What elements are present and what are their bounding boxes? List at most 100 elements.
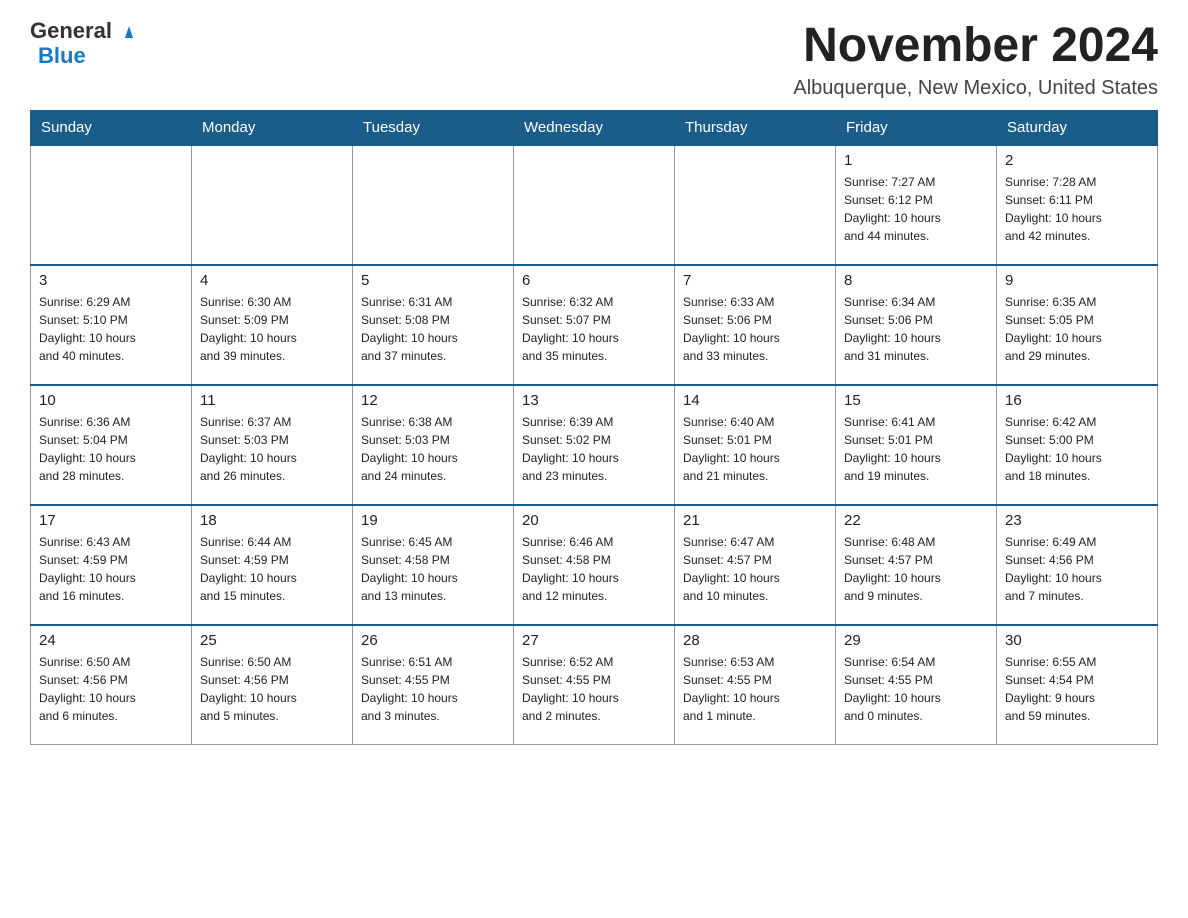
calendar-header-sunday: Sunday [31, 110, 192, 145]
calendar-header-friday: Friday [836, 110, 997, 145]
calendar-cell: 13 Sunrise: 6:39 AM Sunset: 5:02 PM Dayli… [514, 385, 675, 505]
day-number: 13 [522, 392, 666, 409]
calendar-cell: 28 Sunrise: 6:53 AM Sunset: 4:55 PM Dayli… [675, 625, 836, 745]
calendar-cell: 20Sunrise: 6:46 AM Sunset: 4:58 PM Dayli… [514, 505, 675, 625]
day-info: Sunrise: 6:41 AM Sunset: 5:01 PM Dayligh… [844, 413, 988, 485]
day-number: 26 [361, 632, 505, 649]
calendar-cell: 27 Sunrise: 6:52 AM Sunset: 4:55 PM Dayli… [514, 625, 675, 745]
day-info: Sunrise: 6:55 AM Sunset: 4:54 PM Dayligh… [1005, 653, 1149, 725]
day-number: 14 [683, 392, 827, 409]
day-number: 28 [683, 632, 827, 649]
day-info: Sunrise: 6:45 AM Sunset: 4:58 PM Dayligh… [361, 533, 505, 605]
day-number: 5 [361, 272, 505, 289]
day-info: Sunrise: 6:51 AM Sunset: 4:55 PM Dayligh… [361, 653, 505, 725]
calendar-cell: 14 Sunrise: 6:40 AM Sunset: 5:01 PM Dayli… [675, 385, 836, 505]
day-info: Sunrise: 6:50 AM Sunset: 4:56 PM Dayligh… [39, 653, 183, 725]
day-info: Sunrise: 6:35 AM Sunset: 5:05 PM Dayligh… [1005, 293, 1149, 365]
day-number: 8 [844, 272, 988, 289]
day-info: Sunrise: 6:53 AM Sunset: 4:55 PM Dayligh… [683, 653, 827, 725]
day-info: Sunrise: 6:54 AM Sunset: 4:55 PM Dayligh… [844, 653, 988, 725]
day-info: Sunrise: 6:46 AM Sunset: 4:58 PM Dayligh… [522, 533, 666, 605]
day-number: 1 [844, 152, 988, 169]
logo-blue-text: Blue [38, 43, 86, 68]
day-info: Sunrise: 6:36 AM Sunset: 5:04 PM Dayligh… [39, 413, 183, 485]
calendar-week-row: 10 Sunrise: 6:36 AM Sunset: 5:04 PM Dayli… [31, 385, 1158, 505]
day-info: Sunrise: 6:48 AM Sunset: 4:57 PM Dayligh… [844, 533, 988, 605]
calendar-cell: 6 Sunrise: 6:32 AM Sunset: 5:07 PM Daylig… [514, 265, 675, 385]
logo: General Blue [30, 20, 138, 69]
calendar-table: SundayMondayTuesdayWednesdayThursdayFrid… [30, 110, 1158, 746]
day-info: Sunrise: 6:43 AM Sunset: 4:59 PM Dayligh… [39, 533, 183, 605]
title-block: November 2024 Albuquerque, New Mexico, U… [793, 20, 1158, 100]
calendar-cell: 23Sunrise: 6:49 AM Sunset: 4:56 PM Dayli… [997, 505, 1158, 625]
calendar-header-monday: Monday [192, 110, 353, 145]
calendar-cell: 11 Sunrise: 6:37 AM Sunset: 5:03 PM Dayli… [192, 385, 353, 505]
subtitle: Albuquerque, New Mexico, United States [793, 77, 1158, 100]
day-number: 6 [522, 272, 666, 289]
calendar-header-wednesday: Wednesday [514, 110, 675, 145]
calendar-cell: 10 Sunrise: 6:36 AM Sunset: 5:04 PM Dayli… [31, 385, 192, 505]
day-info: Sunrise: 6:31 AM Sunset: 5:08 PM Dayligh… [361, 293, 505, 365]
day-number: 23 [1005, 512, 1149, 529]
day-number: 12 [361, 392, 505, 409]
day-info: Sunrise: 6:38 AM Sunset: 5:03 PM Dayligh… [361, 413, 505, 485]
day-number: 17 [39, 512, 183, 529]
day-number: 4 [200, 272, 344, 289]
calendar-cell: 16 Sunrise: 6:42 AM Sunset: 5:00 PM Dayli… [997, 385, 1158, 505]
calendar-week-row: 3 Sunrise: 6:29 AM Sunset: 5:10 PM Daylig… [31, 265, 1158, 385]
day-info: Sunrise: 6:47 AM Sunset: 4:57 PM Dayligh… [683, 533, 827, 605]
day-info: Sunrise: 6:52 AM Sunset: 4:55 PM Dayligh… [522, 653, 666, 725]
calendar-cell: 3 Sunrise: 6:29 AM Sunset: 5:10 PM Daylig… [31, 265, 192, 385]
calendar-cell: 4 Sunrise: 6:30 AM Sunset: 5:09 PM Daylig… [192, 265, 353, 385]
day-number: 3 [39, 272, 183, 289]
day-info: Sunrise: 7:28 AM Sunset: 6:11 PM Dayligh… [1005, 173, 1149, 245]
calendar-cell: 21 Sunrise: 6:47 AM Sunset: 4:57 PM Dayli… [675, 505, 836, 625]
day-number: 21 [683, 512, 827, 529]
day-number: 16 [1005, 392, 1149, 409]
day-info: Sunrise: 6:42 AM Sunset: 5:00 PM Dayligh… [1005, 413, 1149, 485]
day-info: Sunrise: 6:39 AM Sunset: 5:02 PM Dayligh… [522, 413, 666, 485]
calendar-header-saturday: Saturday [997, 110, 1158, 145]
calendar-week-row: 17 Sunrise: 6:43 AM Sunset: 4:59 PM Dayli… [31, 505, 1158, 625]
day-number: 30 [1005, 632, 1149, 649]
day-number: 7 [683, 272, 827, 289]
calendar-cell [353, 145, 514, 265]
calendar-header-row: SundayMondayTuesdayWednesdayThursdayFrid… [31, 110, 1158, 145]
calendar-header-tuesday: Tuesday [353, 110, 514, 145]
calendar-cell: 9Sunrise: 6:35 AM Sunset: 5:05 PM Daylig… [997, 265, 1158, 385]
day-info: Sunrise: 6:37 AM Sunset: 5:03 PM Dayligh… [200, 413, 344, 485]
day-number: 27 [522, 632, 666, 649]
day-number: 11 [200, 392, 344, 409]
day-info: Sunrise: 6:33 AM Sunset: 5:06 PM Dayligh… [683, 293, 827, 365]
calendar-cell: 2 Sunrise: 7:28 AM Sunset: 6:11 PM Daylig… [997, 145, 1158, 265]
day-number: 19 [361, 512, 505, 529]
day-info: Sunrise: 7:27 AM Sunset: 6:12 PM Dayligh… [844, 173, 988, 245]
calendar-cell: 12 Sunrise: 6:38 AM Sunset: 5:03 PM Dayli… [353, 385, 514, 505]
calendar-cell: 29 Sunrise: 6:54 AM Sunset: 4:55 PM Dayli… [836, 625, 997, 745]
day-info: Sunrise: 6:29 AM Sunset: 5:10 PM Dayligh… [39, 293, 183, 365]
day-number: 2 [1005, 152, 1149, 169]
day-number: 29 [844, 632, 988, 649]
calendar-cell: 24Sunrise: 6:50 AM Sunset: 4:56 PM Dayli… [31, 625, 192, 745]
calendar-cell: 19 Sunrise: 6:45 AM Sunset: 4:58 PM Dayli… [353, 505, 514, 625]
calendar-cell: 17 Sunrise: 6:43 AM Sunset: 4:59 PM Dayli… [31, 505, 192, 625]
main-title: November 2024 [793, 20, 1158, 73]
calendar-cell: 25 Sunrise: 6:50 AM Sunset: 4:56 PM Dayli… [192, 625, 353, 745]
day-number: 25 [200, 632, 344, 649]
calendar-cell [514, 145, 675, 265]
day-info: Sunrise: 6:30 AM Sunset: 5:09 PM Dayligh… [200, 293, 344, 365]
day-info: Sunrise: 6:44 AM Sunset: 4:59 PM Dayligh… [200, 533, 344, 605]
day-info: Sunrise: 6:32 AM Sunset: 5:07 PM Dayligh… [522, 293, 666, 365]
day-info: Sunrise: 6:50 AM Sunset: 4:56 PM Dayligh… [200, 653, 344, 725]
calendar-cell: 22Sunrise: 6:48 AM Sunset: 4:57 PM Dayli… [836, 505, 997, 625]
calendar-cell: 8Sunrise: 6:34 AM Sunset: 5:06 PM Daylig… [836, 265, 997, 385]
calendar-cell: 5 Sunrise: 6:31 AM Sunset: 5:08 PM Daylig… [353, 265, 514, 385]
calendar-cell: 18Sunrise: 6:44 AM Sunset: 4:59 PM Dayli… [192, 505, 353, 625]
day-number: 10 [39, 392, 183, 409]
calendar-cell: 26 Sunrise: 6:51 AM Sunset: 4:55 PM Dayli… [353, 625, 514, 745]
logo-general-text: General [30, 20, 138, 43]
calendar-cell: 15Sunrise: 6:41 AM Sunset: 5:01 PM Dayli… [836, 385, 997, 505]
calendar-week-row: 24Sunrise: 6:50 AM Sunset: 4:56 PM Dayli… [31, 625, 1158, 745]
calendar-cell: 30 Sunrise: 6:55 AM Sunset: 4:54 PM Dayli… [997, 625, 1158, 745]
day-info: Sunrise: 6:40 AM Sunset: 5:01 PM Dayligh… [683, 413, 827, 485]
